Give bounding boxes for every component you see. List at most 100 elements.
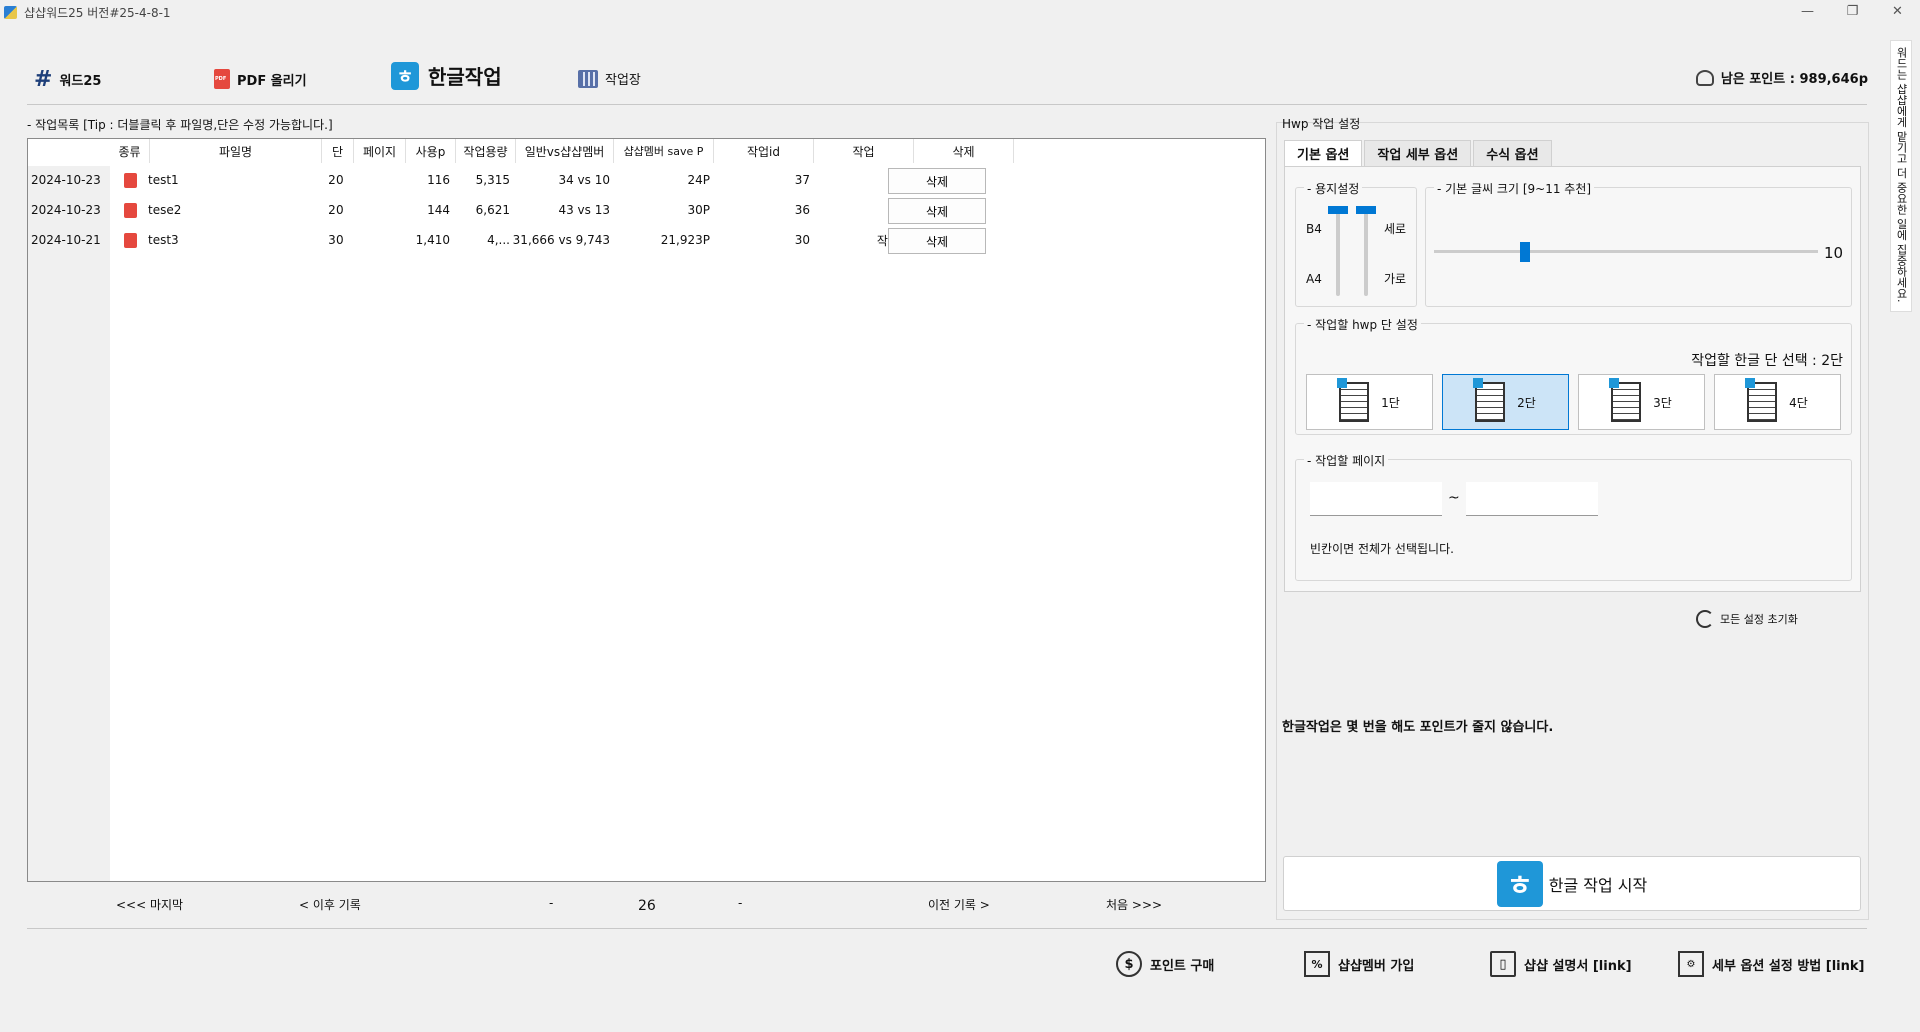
col-header-job-id[interactable]: 작업id xyxy=(714,139,814,163)
close-button[interactable]: ✕ xyxy=(1875,0,1920,22)
row-filename[interactable]: tese2 xyxy=(148,195,181,225)
nav-word25[interactable]: # 워드25 xyxy=(34,67,101,92)
app-icon xyxy=(4,5,17,19)
workspace-icon xyxy=(578,69,598,88)
col-header-save-p[interactable]: 샵샵멤버 save P xyxy=(614,139,714,163)
pager-next[interactable]: < 이후 기록 xyxy=(299,896,361,913)
buy-points-link[interactable]: $ 포인트 구매 xyxy=(1116,950,1214,978)
column-4-button[interactable]: 4단 xyxy=(1714,374,1841,430)
title-bar: 샵샵워드25 버전#25-4-8-1 — ❐ ✕ xyxy=(0,0,1920,24)
col-header-filename[interactable]: 파일명 xyxy=(150,139,322,163)
side-tab[interactable]: 워드는 샵샵에게 맡기고 더 중요한 일에 집중하세요. xyxy=(1890,40,1912,312)
option-guide-label: 세부 옵션 설정 방법 [link] xyxy=(1712,958,1865,974)
row-filename[interactable]: test1 xyxy=(148,165,179,195)
paper-settings-group: - 용지설정 B4 A4 세로 가로 xyxy=(1295,180,1417,307)
pager-dash-right: - xyxy=(738,896,743,910)
remaining-points: 남은 포인트 : 989,646p xyxy=(1695,68,1868,87)
pager-last[interactable]: <<< 마지막 xyxy=(116,896,183,913)
table-row[interactable]: 2024-10-23 tese2 2 0 144 6,621 43 vs 13 … xyxy=(28,195,1028,225)
nav-pdf-upload[interactable]: PDF 올리기 xyxy=(214,69,307,89)
font-size-group: - 기본 글씨 크기 [9~11 추천] 10 xyxy=(1425,180,1852,307)
job-list-table: 종류 파일명 단 페이지 사용p 작업용량 일반vs샵샵멤버 샵샵멤버 save… xyxy=(27,138,1266,882)
window-controls: — ❐ ✕ xyxy=(1785,0,1920,22)
pager-first[interactable]: 처음 >>> xyxy=(1106,896,1162,913)
reset-settings-button[interactable]: 모든 설정 초기화 xyxy=(1696,610,1798,628)
row-date: 2024-10-23 xyxy=(31,173,101,187)
page-2col-icon xyxy=(1473,378,1506,422)
pager-prev[interactable]: 이전 기록 > xyxy=(928,896,990,913)
member-join-label: 샵샵멤버 가입 xyxy=(1338,958,1415,974)
settings-caption: Hwp 작업 설정 xyxy=(1282,117,1361,131)
file-type-cell xyxy=(124,225,137,255)
side-tab-label: 워드는 샵샵에게 맡기고 더 중요한 일에 집중하세요. xyxy=(1895,47,1908,303)
nav-workspace-label: 작업장 xyxy=(605,73,641,88)
row-save-p: 30P xyxy=(687,203,710,217)
manual-link[interactable]: ▯ 샵샵 설명서 [link] xyxy=(1490,950,1632,978)
member-join-link[interactable]: % 샵샵멤버 가입 xyxy=(1304,950,1414,978)
col-header-size[interactable]: 작업용량 xyxy=(456,139,516,163)
table-row[interactable]: 2024-10-21 test3 3 0 1,410 4,... 31,666 … xyxy=(28,225,1028,255)
col-header-used-p[interactable]: 사용p xyxy=(406,139,456,163)
paper-size-thumb[interactable] xyxy=(1328,206,1348,214)
settings-tabs: 기본 옵션 작업 세부 옵션 수식 옵션 xyxy=(1284,140,1554,166)
row-size: 6,621 xyxy=(475,203,510,217)
selected-column-text: 작업할 한글 단 선택 : 2단 xyxy=(1691,353,1843,369)
reset-settings-label: 모든 설정 초기화 xyxy=(1720,613,1798,626)
orientation-slider[interactable] xyxy=(1356,206,1376,296)
page-from-input[interactable] xyxy=(1310,482,1442,516)
pdf-file-icon xyxy=(124,202,137,218)
row-used-p: 116 xyxy=(427,173,450,187)
font-size-thumb[interactable] xyxy=(1520,242,1531,262)
nav-word25-label: 워드25 xyxy=(59,74,102,89)
row-filename[interactable]: test3 xyxy=(148,225,179,255)
col-header-status[interactable]: 작업 xyxy=(814,139,914,163)
start-hangul-work-button[interactable]: ㅎ 한글 작업 시작 xyxy=(1283,856,1861,911)
points-note: 한글작업은 몇 번을 해도 포인트가 줄지 않습니다. xyxy=(1282,720,1554,735)
delete-button[interactable]: 삭제 xyxy=(888,198,986,224)
row-page: 0 xyxy=(336,233,344,247)
tab-detail-options[interactable]: 작업 세부 옵션 xyxy=(1364,140,1472,166)
manual-label: 샵샵 설명서 [link] xyxy=(1524,958,1632,974)
nav-hangul-work[interactable]: ㅎ 한글작업 xyxy=(391,61,502,90)
tab-formula-options[interactable]: 수식 옵션 xyxy=(1473,140,1552,166)
row-save-p: 24P xyxy=(687,173,710,187)
delete-button[interactable]: 삭제 xyxy=(888,168,986,194)
tab-basic-options[interactable]: 기본 옵션 xyxy=(1284,140,1363,166)
orientation-thumb[interactable] xyxy=(1356,206,1376,214)
row-compare: 34 vs 10 xyxy=(558,173,610,187)
row-size: 4,... xyxy=(487,233,510,247)
orientation-landscape-label: 가로 xyxy=(1384,272,1407,286)
col-header-compare[interactable]: 일반vs샵샵멤버 xyxy=(516,139,614,163)
col-header-type[interactable]: 종류 xyxy=(110,139,150,163)
file-type-cell xyxy=(124,165,137,195)
page-to-input[interactable] xyxy=(1466,482,1598,516)
buy-points-label: 포인트 구매 xyxy=(1150,958,1215,974)
paper-size-a4-label: A4 xyxy=(1306,272,1322,286)
option-guide-link[interactable]: ⚙ 세부 옵션 설정 방법 [link] xyxy=(1678,950,1864,978)
font-size-slider[interactable] xyxy=(1434,242,1818,262)
maximize-button[interactable]: ❐ xyxy=(1830,0,1875,22)
column-3-button[interactable]: 3단 xyxy=(1578,374,1705,430)
pager-dash-left: - xyxy=(549,896,554,910)
row-page: 0 xyxy=(336,173,344,187)
row-page: 0 xyxy=(336,203,344,217)
font-size-value: 10 xyxy=(1824,244,1844,262)
delete-button[interactable]: 삭제 xyxy=(888,228,986,254)
col-header-dan[interactable]: 단 xyxy=(322,139,354,163)
column-1-button[interactable]: 1단 xyxy=(1306,374,1433,430)
paper-size-slider[interactable] xyxy=(1328,206,1348,296)
nav-hangul-work-label: 한글작업 xyxy=(428,65,502,89)
col-header-delete[interactable]: 삭제 xyxy=(914,139,1014,163)
toolbar-divider xyxy=(27,104,1867,105)
row-compare: 31,666 vs 9,743 xyxy=(512,233,610,247)
col-header-page[interactable]: 페이지 xyxy=(354,139,406,163)
nav-workspace[interactable]: 작업장 xyxy=(578,69,641,88)
ticket-icon: % xyxy=(1304,951,1330,977)
row-date: 2024-10-23 xyxy=(31,203,101,217)
table-row[interactable]: 2024-10-23 test1 2 0 116 5,315 34 vs 10 … xyxy=(28,165,1028,195)
row-size: 5,315 xyxy=(475,173,510,187)
minimize-button[interactable]: — xyxy=(1785,0,1830,22)
column-2-button[interactable]: 2단 xyxy=(1442,374,1569,430)
window-title: 샵샵워드25 버전#25-4-8-1 xyxy=(24,5,171,20)
column-4-label: 4단 xyxy=(1789,395,1808,410)
